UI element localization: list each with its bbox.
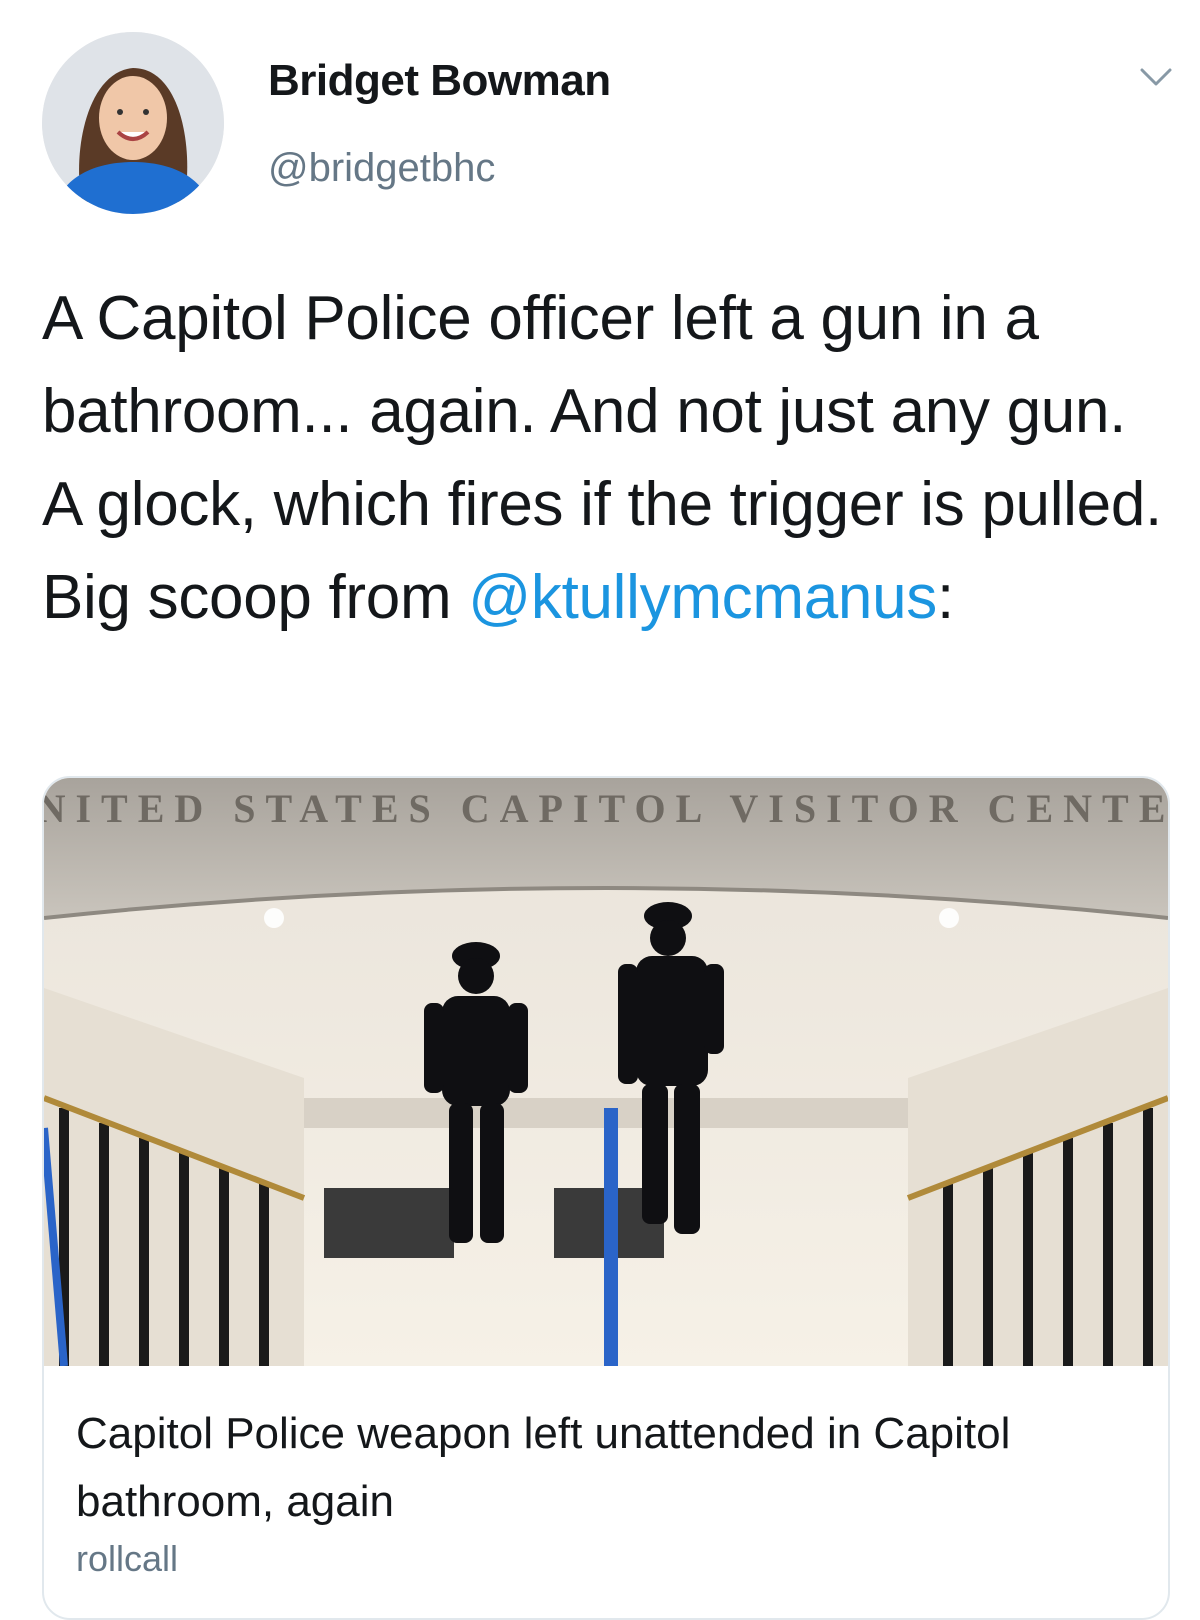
tweet-text-end: :	[936, 563, 954, 632]
link-card[interactable]: NITED STATES CAPITOL VISITOR CENTE Capit…	[42, 776, 1170, 1620]
tweet-text: A Capitol Police officer left a gun in a…	[42, 272, 1162, 644]
card-domain: rollcall	[76, 1538, 179, 1579]
inscription-text: NITED STATES CAPITOL VISITOR CENTE	[44, 786, 1168, 831]
chevron-down-icon[interactable]	[1138, 64, 1174, 92]
card-image: NITED STATES CAPITOL VISITOR CENTE	[44, 778, 1168, 1366]
avatar[interactable]	[42, 32, 224, 214]
mention-link[interactable]: @ktullymcmanus	[468, 563, 937, 632]
card-title[interactable]: Capitol Police weapon left unattended in…	[76, 1400, 1136, 1536]
user-handle[interactable]: @bridgetbhc	[268, 146, 495, 191]
display-name[interactable]: Bridget Bowman	[268, 56, 611, 106]
profile-photo	[42, 32, 224, 214]
